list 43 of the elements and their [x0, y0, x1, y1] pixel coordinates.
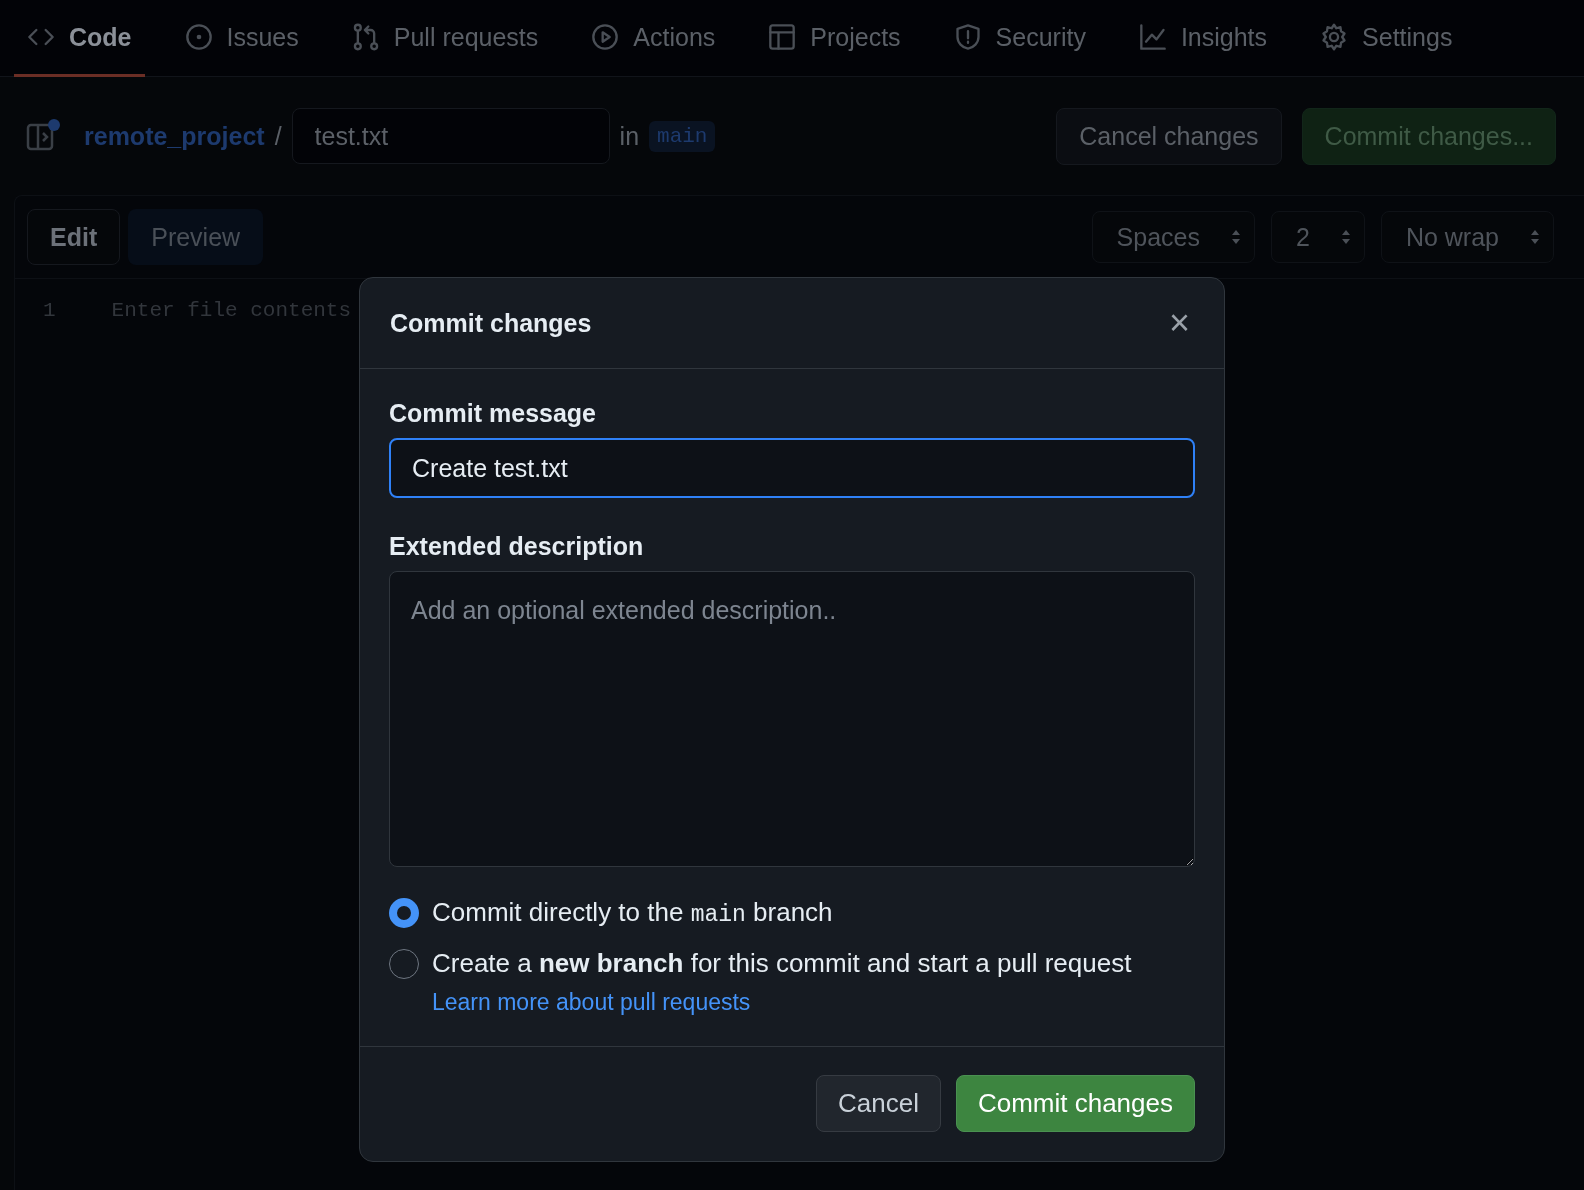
cancel-button[interactable]: Cancel — [816, 1075, 941, 1132]
select-dropdown[interactable]: 2 — [1271, 211, 1365, 263]
sort-caret-icon — [1339, 228, 1352, 246]
field-label: Extended description — [389, 532, 645, 561]
pull-request-icon — [351, 23, 380, 51]
sort-caret-icon — [1529, 228, 1541, 246]
circle-dot-icon — [184, 23, 213, 51]
branch-name: main — [649, 120, 716, 152]
option-label: Commit directly to the main branch — [432, 897, 833, 928]
field-label: Commit message — [389, 399, 598, 428]
description-field[interactable]: Add an optional extended description.. — [389, 571, 1195, 867]
cancel-changes-button[interactable]: Cancel changes — [1056, 107, 1282, 165]
nav-tab[interactable]: Pull requests — [338, 0, 552, 77]
play-circle-icon — [591, 23, 620, 51]
sidebar-toggle-icon[interactable] — [26, 119, 60, 153]
nav-tab[interactable]: Projects — [755, 0, 914, 77]
select-dropdown[interactable]: No wrap — [1380, 211, 1554, 263]
dialog-title: Commit changes — [390, 308, 592, 338]
path-separator: / — [274, 121, 282, 151]
editor-tab[interactable]: Preview — [128, 209, 264, 265]
shield-icon — [953, 23, 982, 51]
filename-field[interactable]: test.txt — [291, 108, 610, 164]
commit-message-field[interactable]: Create test.txt — [389, 438, 1195, 498]
nav-tab[interactable]: Actions — [578, 0, 729, 77]
commit-changes-button[interactable]: Commit changes... — [1301, 107, 1556, 165]
repository-link[interactable]: remote_project — [84, 121, 265, 151]
select-dropdown[interactable]: Spaces — [1091, 211, 1255, 263]
commit-button[interactable]: Commit changes — [955, 1075, 1195, 1132]
line-graph-icon — [1138, 23, 1167, 51]
nav-tab[interactable]: Issues — [171, 0, 312, 77]
close-button[interactable]: × — [1164, 305, 1194, 341]
editor-tab[interactable]: Edit — [27, 209, 121, 265]
gear-icon — [1320, 23, 1349, 51]
nav-tab[interactable]: Code — [14, 0, 145, 77]
nav-tab[interactable]: Security — [940, 0, 1099, 77]
sort-caret-icon — [1230, 228, 1242, 246]
nav-tab[interactable]: Settings — [1307, 0, 1466, 77]
table-icon — [768, 23, 797, 51]
option-label: Create a new branch for this commit and start a pull request — [432, 948, 1132, 979]
radio-button[interactable] — [389, 898, 419, 928]
learn-more-link[interactable]: Learn more about pull requests — [432, 989, 751, 1016]
nav-tab[interactable]: Insights — [1125, 0, 1281, 77]
in-label: in — [619, 121, 640, 151]
